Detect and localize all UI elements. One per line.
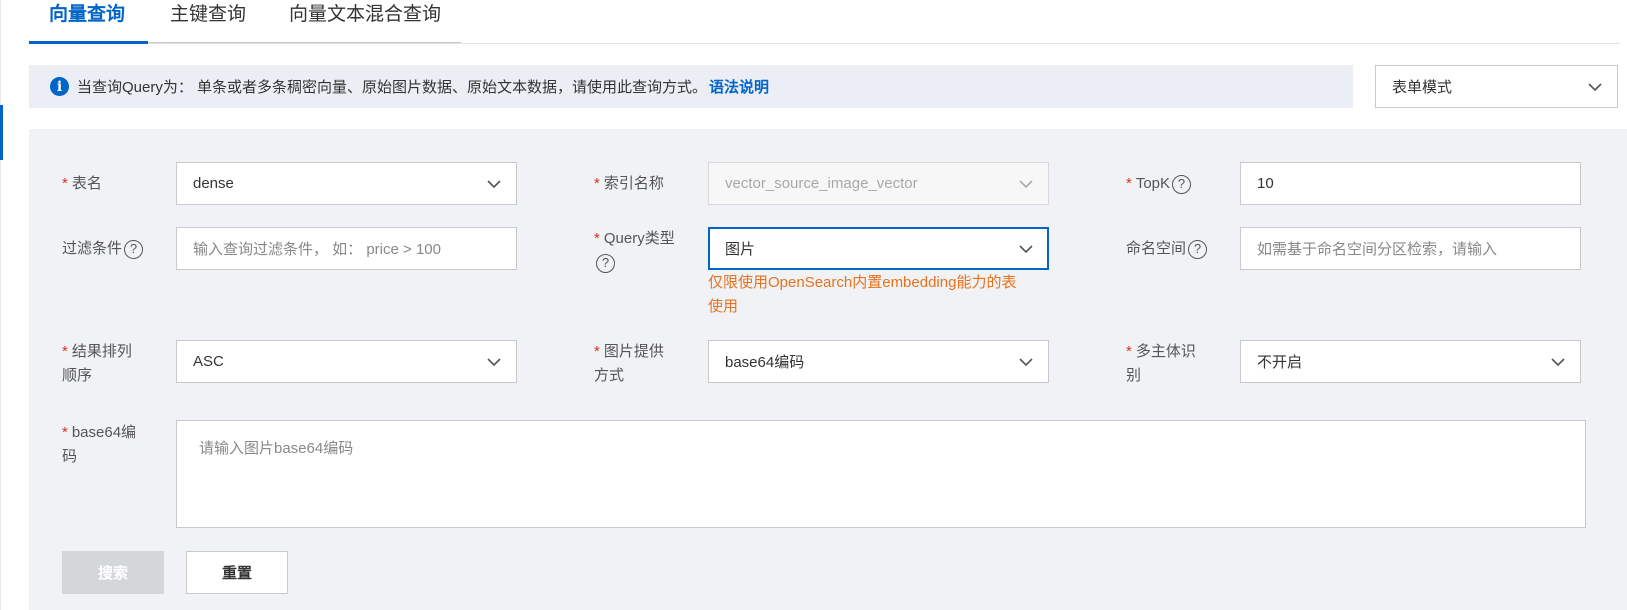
search-button[interactable]: 搜索 — [62, 551, 164, 594]
image-source-select[interactable]: base64编码 — [708, 340, 1049, 383]
base64-label: * base64编码 — [62, 424, 137, 465]
mode-select[interactable]: 表单模式 — [1375, 65, 1618, 108]
tab-active-underline — [29, 41, 148, 44]
info-banner: i 当查询Query为： 单条或者多条稠密向量、原始图片数据、原始文本数据，请使… — [29, 65, 1353, 108]
index-name-value: vector_source_image_vector — [725, 175, 918, 192]
filter-placeholder: 输入查询过滤条件， 如： price > 100 — [193, 241, 441, 258]
help-icon[interactable]: ? — [1188, 239, 1208, 259]
tab-divider — [148, 42, 461, 43]
table-name-label: * 表名 — [62, 175, 102, 192]
query-type-value: 图片 — [725, 241, 756, 258]
tab-vector-query[interactable]: 向量查询 — [49, 0, 125, 44]
tab-bar — [29, 0, 1620, 44]
namespace-label: 命名空间? — [1126, 237, 1208, 261]
sort-order-select[interactable]: ASC — [176, 340, 517, 383]
tab-primary-key-query[interactable]: 主键查询 — [170, 0, 246, 44]
index-name-label: * 索引名称 — [594, 175, 664, 192]
sort-order-label: * 结果排列 顺序 — [62, 343, 132, 384]
table-name-select[interactable]: dense — [176, 162, 517, 205]
index-name-select[interactable]: vector_source_image_vector — [708, 162, 1049, 205]
base64-placeholder: 请输入图片base64编码 — [199, 440, 354, 457]
multi-subject-label: * 多主体识别 — [1126, 343, 1196, 384]
syntax-help-link[interactable]: 语法说明 — [709, 76, 769, 97]
sort-order-value: ASC — [193, 353, 224, 370]
help-icon[interactable]: ? — [124, 239, 144, 259]
filter-input[interactable]: 输入查询过滤条件， 如： price > 100 — [176, 227, 517, 270]
topk-value: 10 — [1257, 175, 1274, 192]
query-type-label: * Query类型? — [594, 227, 694, 275]
chevron-down-icon — [1019, 245, 1033, 254]
chevron-down-icon — [487, 180, 501, 189]
query-type-select[interactable]: 图片 — [708, 227, 1049, 270]
chevron-down-icon — [1019, 358, 1033, 367]
left-border — [0, 0, 1, 610]
info-icon: i — [50, 77, 69, 96]
multi-subject-value: 不开启 — [1257, 354, 1303, 371]
mode-select-value: 表单模式 — [1392, 79, 1453, 96]
image-source-label: * 图片提供 方式 — [594, 343, 664, 384]
topk-input[interactable]: 10 — [1240, 162, 1581, 205]
topk-label: * TopK? — [1126, 172, 1192, 196]
image-source-value: base64编码 — [725, 354, 805, 371]
help-icon[interactable]: ? — [1172, 174, 1192, 194]
query-type-hint: 仅限使用OpenSearch内置embedding能力的表 使用 — [708, 274, 1017, 315]
base64-textarea[interactable]: 请输入图片base64编码 — [176, 420, 1586, 528]
filter-label: 过滤条件? — [62, 237, 144, 261]
namespace-placeholder: 如需基于命名空间分区检索，请输入 — [1257, 241, 1498, 258]
multi-subject-select[interactable]: 不开启 — [1240, 340, 1581, 383]
tab-hybrid-query[interactable]: 向量文本混合查询 — [289, 0, 441, 44]
namespace-input[interactable]: 如需基于命名空间分区检索，请输入 — [1240, 227, 1581, 270]
table-name-value: dense — [193, 175, 234, 192]
chevron-down-icon — [487, 358, 501, 367]
chevron-down-icon — [1588, 83, 1602, 92]
left-active-indicator — [0, 105, 3, 160]
chevron-down-icon — [1551, 358, 1565, 367]
help-icon[interactable]: ? — [596, 253, 615, 273]
reset-button[interactable]: 重置 — [186, 551, 288, 594]
chevron-down-icon — [1019, 180, 1033, 189]
info-text: 当查询Query为： 单条或者多条稠密向量、原始图片数据、原始文本数据，请使用此… — [77, 79, 708, 96]
